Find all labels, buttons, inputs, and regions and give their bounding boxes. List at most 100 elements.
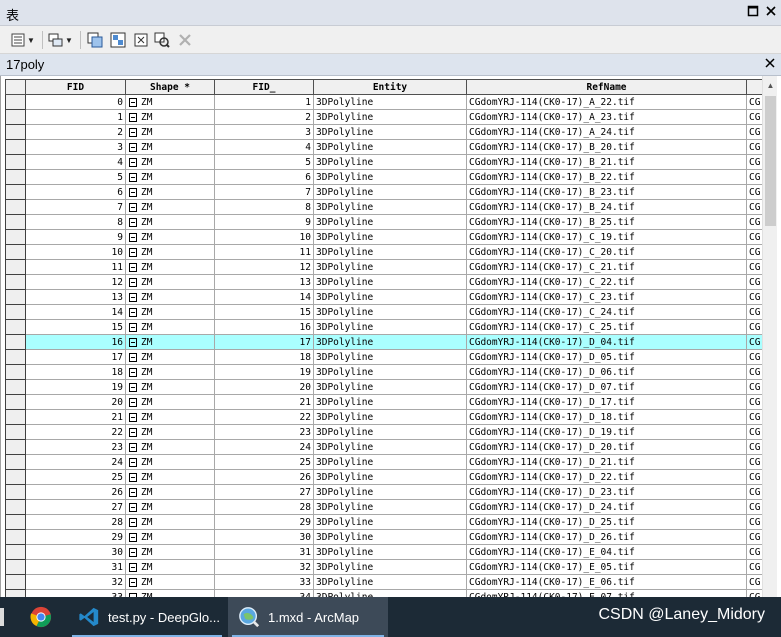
cell-fid[interactable]: 1 <box>25 109 126 125</box>
row-selector[interactable] <box>5 229 26 245</box>
cell-refname[interactable]: CGdomYRJ-114(CK0-17)_C_25.tif <box>466 319 747 335</box>
cell-entity[interactable]: 3DPolyline <box>313 349 467 365</box>
cell-entity[interactable]: 3DPolyline <box>313 304 467 320</box>
cell-entity[interactable]: 3DPolyline <box>313 439 467 455</box>
related-tables-button[interactable]: ▼ <box>48 31 73 49</box>
cell-refname[interactable]: CGdomYRJ-114(CK0-17)_D_18.tif <box>466 409 747 425</box>
cell-fid_[interactable]: 14 <box>214 289 314 305</box>
cell-fid_[interactable]: 17 <box>214 334 314 350</box>
row-selector[interactable] <box>5 289 26 305</box>
cell-fid_[interactable]: 16 <box>214 319 314 335</box>
close-tab-button[interactable] <box>765 56 775 71</box>
select-by-attributes-button[interactable] <box>87 31 103 49</box>
cell-entity[interactable]: 3DPolyline <box>313 94 467 110</box>
table-row[interactable]: 3 ZM 4 3DPolyline CGdomYRJ-114(CK0-17)_B_20.… <box>5 139 767 155</box>
cell-fid[interactable]: 30 <box>25 544 126 560</box>
cell-fid_[interactable]: 12 <box>214 259 314 275</box>
table-row[interactable]: 18 ZM 19 3DPolyline CGdomYRJ-114(CK0-17)_D_0… <box>5 364 767 380</box>
cell-shape[interactable]: ZM <box>125 469 215 485</box>
taskbar-chrome-button[interactable] <box>20 597 66 637</box>
cell-shape[interactable]: ZM <box>125 499 215 515</box>
column-header-shape[interactable]: Shape * <box>125 79 215 95</box>
table-row[interactable]: 31 ZM 32 3DPolyline CGdomYRJ-114(CK0-17)_E_0… <box>5 559 767 575</box>
cell-refname[interactable]: CGdomYRJ-114(CK0-17)_D_22.tif <box>466 469 747 485</box>
table-row[interactable]: 17 ZM 18 3DPolyline CGdomYRJ-114(CK0-17)_D_0… <box>5 349 767 365</box>
cell-entity[interactable]: 3DPolyline <box>313 214 467 230</box>
row-selector[interactable] <box>5 349 26 365</box>
cell-fid[interactable]: 9 <box>25 229 126 245</box>
cell-fid[interactable]: 8 <box>25 214 126 230</box>
cell-fid_[interactable]: 18 <box>214 349 314 365</box>
cell-entity[interactable]: 3DPolyline <box>313 154 467 170</box>
row-selector[interactable] <box>5 214 26 230</box>
cell-fid[interactable]: 10 <box>25 244 126 260</box>
cell-refname[interactable]: CGdomYRJ-114(CK0-17)_D_26.tif <box>466 529 747 545</box>
scrollbar-thumb[interactable] <box>765 96 776 226</box>
cell-refname[interactable]: CGdomYRJ-114(CK0-17)_D_06.tif <box>466 364 747 380</box>
cell-refname[interactable]: CGdomYRJ-114(CK0-17)_B_23.tif <box>466 184 747 200</box>
row-selector[interactable] <box>5 484 26 500</box>
table-row[interactable]: 19 ZM 20 3DPolyline CGdomYRJ-114(CK0-17)_D_0… <box>5 379 767 395</box>
cell-fid_[interactable]: 25 <box>214 454 314 470</box>
cell-fid[interactable]: 20 <box>25 394 126 410</box>
cell-fid_[interactable]: 13 <box>214 274 314 290</box>
cell-fid[interactable]: 28 <box>25 514 126 530</box>
cell-shape[interactable]: ZM <box>125 559 215 575</box>
vertical-scrollbar[interactable]: ▲ <box>762 76 777 597</box>
cell-refname[interactable]: CGdomYRJ-114(CK0-17)_D_05.tif <box>466 349 747 365</box>
cell-entity[interactable]: 3DPolyline <box>313 499 467 515</box>
scroll-up-arrow-icon[interactable]: ▲ <box>763 78 778 94</box>
cell-fid[interactable]: 6 <box>25 184 126 200</box>
cell-refname[interactable]: CGdomYRJ-114(CK0-17)_D_17.tif <box>466 394 747 410</box>
table-row[interactable]: 16 ZM 17 3DPolyline CGdomYRJ-114(CK0-17)_D_0… <box>5 334 767 350</box>
table-row[interactable]: 32 ZM 33 3DPolyline CGdomYRJ-114(CK0-17)_E_0… <box>5 574 767 590</box>
table-row[interactable]: 11 ZM 12 3DPolyline CGdomYRJ-114(CK0-17)_C_2… <box>5 259 767 275</box>
table-row[interactable]: 7 ZM 8 3DPolyline CGdomYRJ-114(CK0-17)_B_24.… <box>5 199 767 215</box>
cell-fid[interactable]: 18 <box>25 364 126 380</box>
row-selector[interactable] <box>5 124 26 140</box>
row-selector[interactable] <box>5 109 26 125</box>
cell-fid_[interactable]: 23 <box>214 424 314 440</box>
column-header-refname[interactable]: RefName <box>466 79 747 95</box>
cell-shape[interactable]: ZM <box>125 409 215 425</box>
row-selector[interactable] <box>5 574 26 590</box>
cell-refname[interactable]: CGdomYRJ-114(CK0-17)_C_24.tif <box>466 304 747 320</box>
table-row[interactable]: 24 ZM 25 3DPolyline CGdomYRJ-114(CK0-17)_D_2… <box>5 454 767 470</box>
cell-fid_[interactable]: 33 <box>214 574 314 590</box>
cell-shape[interactable]: ZM <box>125 544 215 560</box>
row-selector[interactable] <box>5 409 26 425</box>
cell-shape[interactable]: ZM <box>125 304 215 320</box>
cell-refname[interactable]: CGdomYRJ-114(CK0-17)_B_21.tif <box>466 154 747 170</box>
cell-refname[interactable]: CGdomYRJ-114(CK0-17)_E_07.tif <box>466 589 747 597</box>
cell-entity[interactable]: 3DPolyline <box>313 379 467 395</box>
table-row[interactable]: 30 ZM 31 3DPolyline CGdomYRJ-114(CK0-17)_E_0… <box>5 544 767 560</box>
cell-entity[interactable]: 3DPolyline <box>313 574 467 590</box>
row-selector[interactable] <box>5 304 26 320</box>
cell-refname[interactable]: CGdomYRJ-114(CK0-17)_D_07.tif <box>466 379 747 395</box>
cell-refname[interactable]: CGdomYRJ-114(CK0-17)_E_04.tif <box>466 544 747 560</box>
table-row[interactable]: 20 ZM 21 3DPolyline CGdomYRJ-114(CK0-17)_D_1… <box>5 394 767 410</box>
cell-fid[interactable]: 25 <box>25 469 126 485</box>
cell-entity[interactable]: 3DPolyline <box>313 169 467 185</box>
cell-refname[interactable]: CGdomYRJ-114(CK0-17)_E_06.tif <box>466 574 747 590</box>
cell-refname[interactable]: CGdomYRJ-114(CK0-17)_D_25.tif <box>466 514 747 530</box>
row-selector[interactable] <box>5 424 26 440</box>
cell-fid_[interactable]: 2 <box>214 109 314 125</box>
cell-fid[interactable]: 24 <box>25 454 126 470</box>
cell-refname[interactable]: CGdomYRJ-114(CK0-17)_D_21.tif <box>466 454 747 470</box>
cell-refname[interactable]: CGdomYRJ-114(CK0-17)_B_25.tif <box>466 214 747 230</box>
cell-fid_[interactable]: 31 <box>214 544 314 560</box>
cell-shape[interactable]: ZM <box>125 454 215 470</box>
cell-fid[interactable]: 11 <box>25 259 126 275</box>
table-row[interactable]: 8 ZM 9 3DPolyline CGdomYRJ-114(CK0-17)_B_25.… <box>5 214 767 230</box>
cell-refname[interactable]: CGdomYRJ-114(CK0-17)_D_19.tif <box>466 424 747 440</box>
cell-fid[interactable]: 17 <box>25 349 126 365</box>
cell-fid[interactable]: 29 <box>25 529 126 545</box>
cell-shape[interactable]: ZM <box>125 484 215 500</box>
cell-fid[interactable]: 2 <box>25 124 126 140</box>
cell-fid[interactable]: 3 <box>25 139 126 155</box>
delete-selected-button[interactable] <box>177 31 193 49</box>
cell-fid_[interactable]: 9 <box>214 214 314 230</box>
cell-fid[interactable]: 0 <box>25 94 126 110</box>
row-selector[interactable] <box>5 199 26 215</box>
